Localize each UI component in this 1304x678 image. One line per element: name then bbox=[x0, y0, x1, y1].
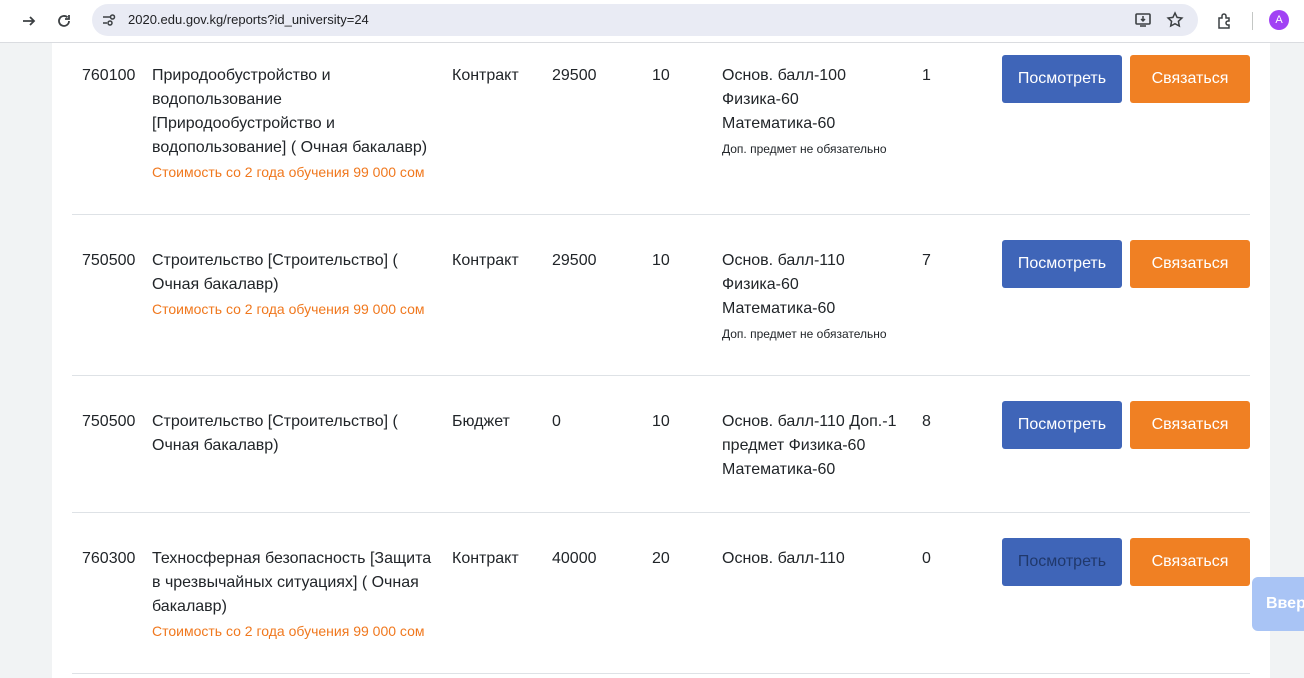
requirements-cell: Основ. балл-110 Физика-60 Математика-60 … bbox=[722, 249, 887, 347]
program-code: 760100 bbox=[82, 67, 136, 84]
places: 10 bbox=[652, 67, 670, 84]
places: 10 bbox=[652, 413, 670, 430]
page-viewport: 760100 Природообустройство и водопользов… bbox=[0, 43, 1304, 678]
program-name: Природообустройство и водопользование [П… bbox=[152, 67, 428, 156]
contact-button[interactable]: Связаться bbox=[1130, 55, 1250, 103]
browser-toolbar: 2020.edu.gov.kg/reports?id_university=24… bbox=[0, 0, 1304, 43]
cost: 29500 bbox=[552, 252, 597, 269]
program-code: 750500 bbox=[82, 413, 136, 430]
program-name: Техносферная безопасность [Защита в чрез… bbox=[152, 550, 432, 615]
install-app-icon[interactable] bbox=[1134, 11, 1152, 29]
program-name: Строительство [Строительство] ( Очная ба… bbox=[152, 252, 398, 293]
contact-button[interactable]: Связаться bbox=[1130, 538, 1250, 586]
requirements-cell: Основ. балл-110 bbox=[722, 547, 902, 571]
requirements: Основ. балл-100 Физика-60 Математика-60 bbox=[722, 67, 846, 132]
places: 20 bbox=[652, 550, 670, 567]
url-text[interactable]: 2020.edu.gov.kg/reports?id_university=24 bbox=[128, 12, 369, 27]
funding-type: Контракт bbox=[452, 252, 519, 269]
funding-type: Контракт bbox=[452, 550, 519, 567]
view-button[interactable]: Посмотреть bbox=[1002, 401, 1122, 449]
table-row: 760300 Техносферная безопасность [Защита… bbox=[72, 513, 1250, 674]
places: 10 bbox=[652, 252, 670, 269]
requirements: Основ. балл-110 Физика-60 Математика-60 bbox=[722, 252, 845, 317]
address-bar[interactable]: 2020.edu.gov.kg/reports?id_university=24 bbox=[92, 4, 1198, 36]
table-row: 760100 Природообустройство и водопользов… bbox=[72, 43, 1250, 215]
program-code: 760300 bbox=[82, 550, 136, 567]
applications-count: 7 bbox=[922, 252, 931, 269]
cost: 29500 bbox=[552, 67, 597, 84]
contact-button[interactable]: Связаться bbox=[1130, 401, 1250, 449]
requirements-cell: Основ. балл-100 Физика-60 Математика-60 … bbox=[722, 64, 887, 162]
price-note: Стоимость со 2 года обучения 99 000 сом bbox=[152, 623, 425, 639]
price-note: Стоимость со 2 года обучения 99 000 сом bbox=[152, 164, 425, 180]
reports-table: 760100 Природообустройство и водопользов… bbox=[52, 43, 1270, 678]
view-button[interactable]: Посмотреть bbox=[1002, 538, 1122, 586]
bookmark-star-icon[interactable] bbox=[1166, 11, 1184, 29]
extensions-icon[interactable] bbox=[1212, 8, 1238, 34]
program-name: Строительство [Строительство] ( Очная ба… bbox=[152, 413, 398, 454]
requirements: Основ. балл-110 bbox=[722, 550, 845, 567]
price-note: Стоимость со 2 года обучения 99 000 сом bbox=[152, 301, 425, 317]
table-row: 750500 Строительство [Строительство] ( О… bbox=[72, 215, 1250, 376]
toolbar-divider bbox=[1252, 12, 1253, 30]
profile-avatar[interactable]: A bbox=[1269, 10, 1289, 30]
extra-subject-note: Доп. предмет не обязательно bbox=[722, 142, 887, 156]
program-name-cell: Природообустройство и водопользование [П… bbox=[152, 64, 442, 184]
applications-count: 8 bbox=[922, 413, 931, 430]
program-code: 750500 bbox=[82, 252, 136, 269]
site-settings-icon[interactable] bbox=[100, 11, 118, 29]
funding-type: Контракт bbox=[452, 67, 519, 84]
applications-count: 0 bbox=[922, 550, 931, 567]
table-row: 750500 Строительство [Строительство] ( О… bbox=[72, 376, 1250, 513]
requirements-cell: Основ. балл-110 Доп.-1 предмет Физика-60… bbox=[722, 410, 902, 482]
extra-subject-note: Доп. предмет не обязательно bbox=[722, 327, 887, 341]
cost: 0 bbox=[552, 413, 561, 430]
funding-type: Бюджет bbox=[452, 413, 510, 430]
program-name-cell: Строительство [Строительство] ( Очная ба… bbox=[152, 410, 442, 458]
program-name-cell: Строительство [Строительство] ( Очная ба… bbox=[152, 249, 442, 321]
program-name-cell: Техносферная безопасность [Защита в чрез… bbox=[152, 547, 442, 643]
reload-icon[interactable] bbox=[51, 8, 77, 34]
requirements: Основ. балл-110 Доп.-1 предмет Физика-60… bbox=[722, 413, 897, 478]
view-button[interactable]: Посмотреть bbox=[1002, 240, 1122, 288]
view-button[interactable]: Посмотреть bbox=[1002, 55, 1122, 103]
scroll-to-top-button[interactable]: Ввер bbox=[1252, 577, 1304, 631]
contact-button[interactable]: Связаться bbox=[1130, 240, 1250, 288]
forward-icon[interactable] bbox=[16, 8, 42, 34]
cost: 40000 bbox=[552, 550, 597, 567]
applications-count: 1 bbox=[922, 67, 931, 84]
